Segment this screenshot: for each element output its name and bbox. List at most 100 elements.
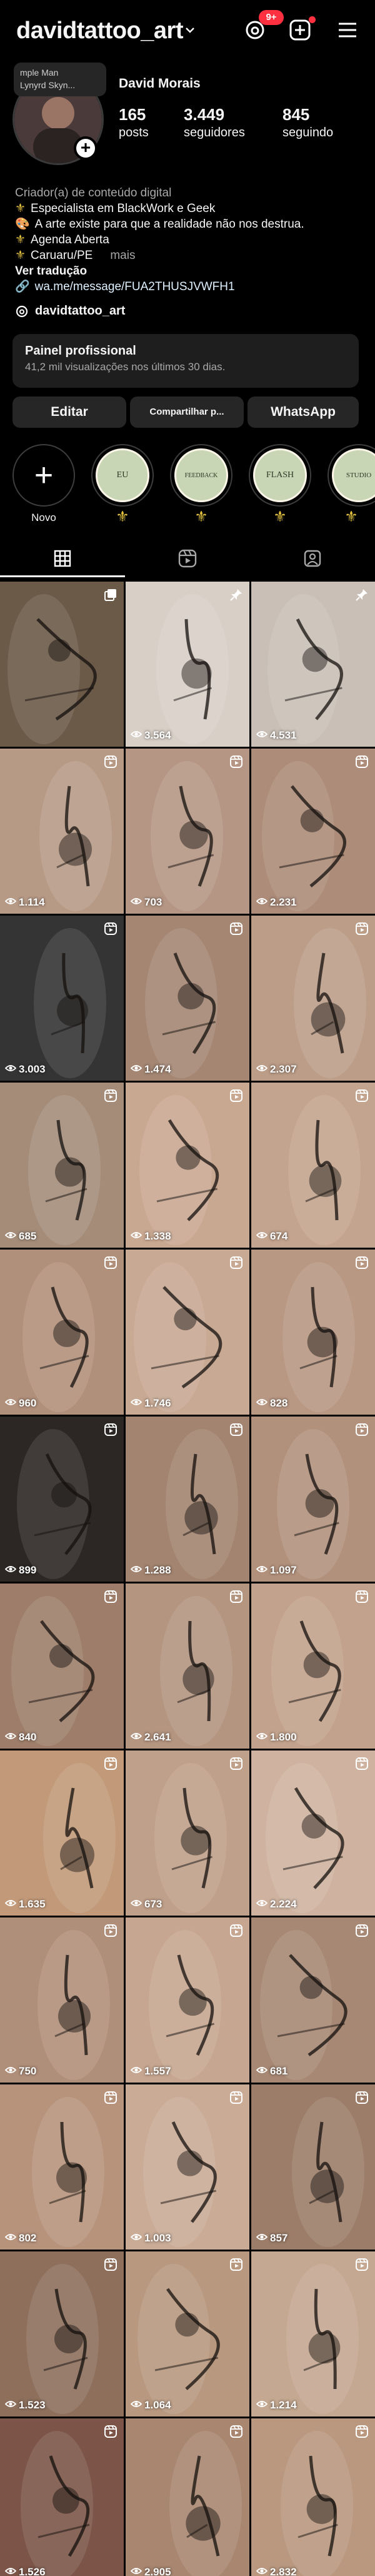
threads-profile-link[interactable]: davidtattoo_art xyxy=(15,304,125,318)
reel-icon xyxy=(104,1089,118,1106)
eye-icon xyxy=(4,1230,17,1243)
view-count-text: 1.288 xyxy=(144,1564,171,1576)
highlight-item[interactable]: STUDIO ⚜ xyxy=(328,444,375,526)
view-count-text: 1.557 xyxy=(144,2065,171,2077)
view-count: 899 xyxy=(4,1564,36,1577)
post-thumbnail[interactable]: 2.231 xyxy=(251,749,375,914)
grid-icon xyxy=(54,550,71,567)
reel-icon xyxy=(355,755,369,772)
post-image xyxy=(0,2251,124,2417)
post-thumbnail[interactable]: 1.526 xyxy=(0,2418,124,2576)
add-story-button[interactable]: + xyxy=(74,136,98,160)
post-thumbnail[interactable]: 1.635 xyxy=(0,1750,124,1916)
post-thumbnail[interactable]: 2.224 xyxy=(251,1750,375,1916)
post-thumbnail[interactable]: 1.746 xyxy=(126,1250,249,1415)
chevron-down-icon[interactable] xyxy=(185,25,195,35)
professional-dashboard[interactable]: Painel profissional 41,2 mil visualizaçõ… xyxy=(12,334,359,388)
post-thumbnail[interactable]: 674 xyxy=(251,1083,375,1248)
post-thumbnail[interactable]: 802 xyxy=(0,2084,124,2250)
post-thumbnail[interactable]: 2.905 xyxy=(126,2418,249,2576)
post-image xyxy=(126,749,249,914)
plus-icon: + xyxy=(12,444,75,507)
followers-count[interactable]: 3.449 seguidores xyxy=(184,105,265,140)
share-profile-button[interactable]: Compartilhar p... xyxy=(130,397,244,428)
reel-icon xyxy=(355,1423,369,1440)
eye-icon xyxy=(256,2566,268,2576)
post-image xyxy=(0,1417,124,1582)
post-thumbnail[interactable]: 1.523 xyxy=(0,2251,124,2417)
post-thumbnail[interactable]: 2.832 xyxy=(251,2418,375,2576)
post-thumbnail[interactable]: 1.214 xyxy=(251,2251,375,2417)
post-thumbnail[interactable]: 673 xyxy=(126,1750,249,1916)
fleur-de-lis-icon: ⚜ xyxy=(344,508,358,525)
reel-icon xyxy=(104,1757,118,1774)
highlight-item[interactable]: FEEDBACK ⚜ xyxy=(170,444,232,526)
reel-icon xyxy=(104,1256,118,1273)
view-count-text: 2.307 xyxy=(270,1063,297,1075)
account-switcher[interactable]: davidtattoo_art xyxy=(16,18,183,44)
post-thumbnail[interactable]: 899 xyxy=(0,1417,124,1582)
post-thumbnail[interactable]: 3.003 xyxy=(0,916,124,1081)
post-thumbnail[interactable]: 1.800 xyxy=(251,1583,375,1749)
post-thumbnail[interactable]: 960 xyxy=(0,1250,124,1415)
post-thumbnail[interactable]: 3.564 xyxy=(126,582,249,747)
view-count: 1.523 xyxy=(4,2399,46,2412)
external-link[interactable]: 🔗 wa.me/message/FUA2THUSJVWFH1 xyxy=(15,279,365,295)
view-count-text: 673 xyxy=(144,1898,162,1910)
eye-icon xyxy=(4,2232,17,2245)
post-thumbnail[interactable]: 685 xyxy=(0,1083,124,1248)
highlight-item[interactable]: EU ⚜ xyxy=(91,444,154,526)
reel-icon xyxy=(104,755,118,772)
post-thumbnail[interactable]: 2.641 xyxy=(126,1583,249,1749)
post-thumbnail[interactable]: 1.064 xyxy=(126,2251,249,2417)
eye-icon xyxy=(130,1063,142,1076)
bio-more-link[interactable]: mais xyxy=(110,248,135,263)
tab-grid[interactable] xyxy=(0,539,125,578)
post-image xyxy=(0,1583,124,1749)
post-image xyxy=(251,1250,375,1415)
post-thumbnail[interactable]: 1.097 xyxy=(251,1417,375,1582)
reel-icon xyxy=(104,922,118,939)
post-thumbnail[interactable]: 1.003 xyxy=(126,2084,249,2250)
eye-icon xyxy=(256,896,268,909)
bio-text: A arte existe para que a realidade não n… xyxy=(34,218,304,231)
post-thumbnail[interactable]: 840 xyxy=(0,1583,124,1749)
view-count: 685 xyxy=(4,1230,36,1243)
translate-link[interactable]: Ver tradução xyxy=(15,263,365,279)
post-thumbnail[interactable]: 1.114 xyxy=(0,749,124,914)
eye-icon xyxy=(130,1898,142,1911)
highlight-new[interactable]: + Novo xyxy=(12,444,75,524)
post-thumbnail[interactable] xyxy=(0,582,124,747)
post-thumbnail[interactable]: 750 xyxy=(0,1917,124,2083)
edit-profile-button[interactable]: Editar xyxy=(12,397,126,428)
highlight-item[interactable]: FLASH ⚜ xyxy=(249,444,311,526)
post-thumbnail[interactable]: 1.474 xyxy=(126,916,249,1081)
view-count: 1.635 xyxy=(4,1898,46,1911)
reel-icon xyxy=(104,1924,118,1941)
view-count-text: 1.526 xyxy=(19,2566,46,2576)
post-thumbnail[interactable]: 1.338 xyxy=(126,1083,249,1248)
stat-value: 845 xyxy=(282,105,310,124)
eye-icon xyxy=(256,1063,268,1076)
eye-icon xyxy=(256,1564,268,1577)
pin-icon xyxy=(355,588,369,605)
post-thumbnail[interactable]: 1.557 xyxy=(126,1917,249,2083)
menu-icon[interactable] xyxy=(335,18,360,43)
post-thumbnail[interactable]: 681 xyxy=(251,1917,375,2083)
following-count[interactable]: 845 seguindo xyxy=(282,105,364,140)
whatsapp-button[interactable]: WhatsApp xyxy=(248,397,359,428)
post-thumbnail[interactable]: 703 xyxy=(126,749,249,914)
eye-icon xyxy=(4,1898,17,1911)
post-thumbnail[interactable]: 828 xyxy=(251,1250,375,1415)
post-thumbnail[interactable]: 2.307 xyxy=(251,916,375,1081)
create-indicator-dot xyxy=(309,16,316,23)
tab-tagged[interactable] xyxy=(250,539,375,578)
post-thumbnail[interactable]: 857 xyxy=(251,2084,375,2250)
post-thumbnail[interactable]: 1.288 xyxy=(126,1417,249,1582)
view-count: 1.338 xyxy=(130,1230,171,1243)
link-text: wa.me/message/FUA2THUSJVWFH1 xyxy=(34,280,235,293)
music-note-bubble[interactable]: mple Man Lynyrd Skyn... xyxy=(14,63,106,96)
post-thumbnail[interactable]: 4.531 xyxy=(251,582,375,747)
fleur-de-lis-icon: ⚜ xyxy=(194,508,208,525)
tab-reels[interactable] xyxy=(125,539,250,578)
